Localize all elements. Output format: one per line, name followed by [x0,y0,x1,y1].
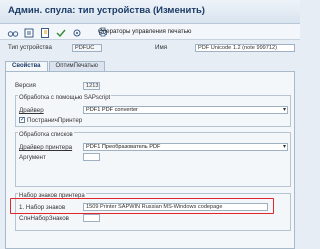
create-document-icon [41,28,49,38]
name-label: Имя [155,44,168,51]
other-object-button[interactable] [22,26,36,38]
list-processing-group: Обработка списков Драйвер принтера PDF1 … [15,132,291,187]
print-control-operators-button[interactable]: Операторы управления печатью [95,25,191,38]
cont-charset-field[interactable] [83,214,100,222]
cont-charset-label: СлнНаборЗнаков [19,215,69,222]
settings-button[interactable] [70,26,84,38]
device-type-field[interactable]: PDFUC [72,44,102,52]
version-field[interactable]: 1213 [83,82,100,90]
sapscript-group: Обработка с помощью SAPscript Драйвер PD… [15,95,291,127]
tab-properties[interactable]: Свойства [5,61,48,71]
list-processing-group-title: Обработка списков [18,132,74,138]
properties-panel: Версия 1213 Обработка с помощью SAPscrip… [5,71,295,249]
red-highlight-box [10,198,274,214]
application-toolbar: Операторы управления печатью [0,24,300,40]
display-change-button[interactable] [6,26,20,38]
driver-dropdown[interactable]: PDF1 PDF converter ▾ [83,106,288,114]
printer-driver-value: PDF1 Преобразователь PDF [86,144,161,150]
tab-print-optimization[interactable]: ОптимПечатью [48,61,105,71]
device-type-label: Тип устройства [8,44,52,51]
chevron-down-icon: ▾ [282,144,286,150]
new-entry-button[interactable] [38,26,52,38]
window-title: Админ. спула: тип устройства (Изменить) [8,5,205,16]
version-label: Версия [15,82,36,89]
chevron-down-icon: ▾ [282,107,286,113]
printer-driver-dropdown[interactable]: PDF1 Преобразователь PDF ▾ [83,143,288,151]
postscript-checkbox[interactable]: ✓ [19,117,25,123]
check-icon [56,29,66,38]
settings-icon [73,29,81,37]
other-object-icon [24,28,34,38]
main-content: Тип устройства PDFUC Имя PDF Unicode 1.2… [0,40,300,249]
driver-label: Драйвер [19,107,44,114]
sapscript-group-title: Обработка с помощью SAPscript [18,95,112,101]
argument-label: Аргумент [19,154,46,161]
driver-value: PDF1 PDF converter [86,107,138,113]
argument-field[interactable] [83,153,100,161]
window-titlebar: Админ. спула: тип устройства (Изменить) [0,0,300,24]
postscript-label: ПостраничПринтер [27,117,83,124]
name-field[interactable]: PDF Unicode 1.2 (note 999712) [195,44,295,52]
tab-strip: Свойства ОптимПечатью [5,61,105,71]
printer-driver-label: Драйвер принтера [19,144,73,151]
glasses-pencil-icon [7,31,19,37]
check-button[interactable] [54,26,68,38]
print-control-operators-label: Операторы управления печатью [98,28,192,35]
